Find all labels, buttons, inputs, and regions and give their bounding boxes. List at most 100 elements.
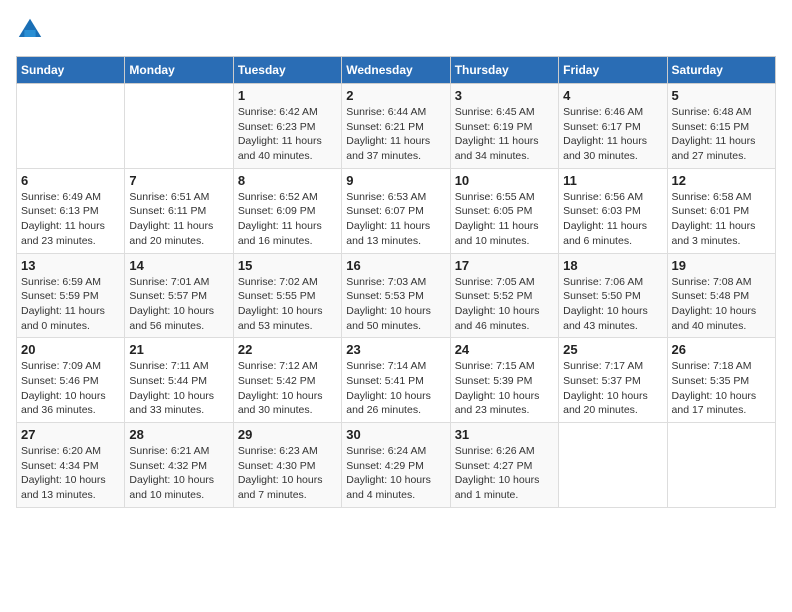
day-info: Sunrise: 6:59 AM Sunset: 5:59 PM Dayligh…: [21, 275, 120, 334]
day-number: 23: [346, 342, 445, 357]
weekday-header-saturday: Saturday: [667, 57, 775, 84]
day-number: 11: [563, 173, 662, 188]
day-info: Sunrise: 7:14 AM Sunset: 5:41 PM Dayligh…: [346, 359, 445, 418]
weekday-header-thursday: Thursday: [450, 57, 558, 84]
calendar-cell: 22 Sunrise: 7:12 AM Sunset: 5:42 PM Dayli…: [233, 338, 341, 423]
day-info: Sunrise: 7:09 AM Sunset: 5:46 PM Dayligh…: [21, 359, 120, 418]
day-info: Sunrise: 6:49 AM Sunset: 6:13 PM Dayligh…: [21, 190, 120, 249]
logo-icon: [16, 16, 44, 44]
day-number: 2: [346, 88, 445, 103]
day-number: 6: [21, 173, 120, 188]
calendar-cell: 28 Sunrise: 6:21 AM Sunset: 4:32 PM Dayli…: [125, 423, 233, 508]
day-info: Sunrise: 7:01 AM Sunset: 5:57 PM Dayligh…: [129, 275, 228, 334]
calendar-cell: [559, 423, 667, 508]
day-number: 17: [455, 258, 554, 273]
calendar-cell: 27 Sunrise: 6:20 AM Sunset: 4:34 PM Dayli…: [17, 423, 125, 508]
day-info: Sunrise: 7:03 AM Sunset: 5:53 PM Dayligh…: [346, 275, 445, 334]
day-info: Sunrise: 7:06 AM Sunset: 5:50 PM Dayligh…: [563, 275, 662, 334]
day-number: 31: [455, 427, 554, 442]
day-number: 13: [21, 258, 120, 273]
day-info: Sunrise: 7:05 AM Sunset: 5:52 PM Dayligh…: [455, 275, 554, 334]
calendar-week-1: 1 Sunrise: 6:42 AM Sunset: 6:23 PM Daylig…: [17, 84, 776, 169]
day-number: 5: [672, 88, 771, 103]
calendar-week-3: 13 Sunrise: 6:59 AM Sunset: 5:59 PM Dayli…: [17, 253, 776, 338]
day-number: 29: [238, 427, 337, 442]
calendar-cell: 23 Sunrise: 7:14 AM Sunset: 5:41 PM Dayli…: [342, 338, 450, 423]
day-info: Sunrise: 7:11 AM Sunset: 5:44 PM Dayligh…: [129, 359, 228, 418]
calendar-cell: 24 Sunrise: 7:15 AM Sunset: 5:39 PM Dayli…: [450, 338, 558, 423]
calendar-cell: [125, 84, 233, 169]
page-header: [16, 16, 776, 44]
calendar-cell: 10 Sunrise: 6:55 AM Sunset: 6:05 PM Dayli…: [450, 168, 558, 253]
calendar-cell: [667, 423, 775, 508]
day-number: 19: [672, 258, 771, 273]
calendar-cell: 3 Sunrise: 6:45 AM Sunset: 6:19 PM Daylig…: [450, 84, 558, 169]
day-info: Sunrise: 7:08 AM Sunset: 5:48 PM Dayligh…: [672, 275, 771, 334]
logo: [16, 16, 48, 44]
day-number: 21: [129, 342, 228, 357]
day-info: Sunrise: 6:20 AM Sunset: 4:34 PM Dayligh…: [21, 444, 120, 503]
day-info: Sunrise: 6:21 AM Sunset: 4:32 PM Dayligh…: [129, 444, 228, 503]
day-number: 1: [238, 88, 337, 103]
calendar-cell: 31 Sunrise: 6:26 AM Sunset: 4:27 PM Dayli…: [450, 423, 558, 508]
calendar-cell: 2 Sunrise: 6:44 AM Sunset: 6:21 PM Daylig…: [342, 84, 450, 169]
day-number: 25: [563, 342, 662, 357]
day-info: Sunrise: 6:51 AM Sunset: 6:11 PM Dayligh…: [129, 190, 228, 249]
day-info: Sunrise: 6:44 AM Sunset: 6:21 PM Dayligh…: [346, 105, 445, 164]
calendar-cell: 13 Sunrise: 6:59 AM Sunset: 5:59 PM Dayli…: [17, 253, 125, 338]
day-number: 27: [21, 427, 120, 442]
day-info: Sunrise: 6:48 AM Sunset: 6:15 PM Dayligh…: [672, 105, 771, 164]
day-info: Sunrise: 6:45 AM Sunset: 6:19 PM Dayligh…: [455, 105, 554, 164]
calendar-week-4: 20Sunrise: 7:09 AM Sunset: 5:46 PM Dayli…: [17, 338, 776, 423]
calendar-cell: 9 Sunrise: 6:53 AM Sunset: 6:07 PM Daylig…: [342, 168, 450, 253]
weekday-header-friday: Friday: [559, 57, 667, 84]
day-info: Sunrise: 6:23 AM Sunset: 4:30 PM Dayligh…: [238, 444, 337, 503]
calendar-cell: 19 Sunrise: 7:08 AM Sunset: 5:48 PM Dayli…: [667, 253, 775, 338]
calendar-week-5: 27 Sunrise: 6:20 AM Sunset: 4:34 PM Dayli…: [17, 423, 776, 508]
day-info: Sunrise: 7:17 AM Sunset: 5:37 PM Dayligh…: [563, 359, 662, 418]
day-info: Sunrise: 6:55 AM Sunset: 6:05 PM Dayligh…: [455, 190, 554, 249]
calendar-cell: [17, 84, 125, 169]
day-number: 14: [129, 258, 228, 273]
day-number: 22: [238, 342, 337, 357]
calendar-cell: 30Sunrise: 6:24 AM Sunset: 4:29 PM Dayli…: [342, 423, 450, 508]
day-number: 4: [563, 88, 662, 103]
calendar-table: SundayMondayTuesdayWednesdayThursdayFrid…: [16, 56, 776, 508]
calendar-week-2: 6 Sunrise: 6:49 AM Sunset: 6:13 PM Daylig…: [17, 168, 776, 253]
weekday-header-sunday: Sunday: [17, 57, 125, 84]
day-info: Sunrise: 7:12 AM Sunset: 5:42 PM Dayligh…: [238, 359, 337, 418]
day-number: 3: [455, 88, 554, 103]
calendar-cell: 15Sunrise: 7:02 AM Sunset: 5:55 PM Dayli…: [233, 253, 341, 338]
day-number: 24: [455, 342, 554, 357]
calendar-cell: 25 Sunrise: 7:17 AM Sunset: 5:37 PM Dayli…: [559, 338, 667, 423]
weekday-header-tuesday: Tuesday: [233, 57, 341, 84]
day-info: Sunrise: 6:42 AM Sunset: 6:23 PM Dayligh…: [238, 105, 337, 164]
day-number: 12: [672, 173, 771, 188]
day-number: 28: [129, 427, 228, 442]
calendar-cell: 14 Sunrise: 7:01 AM Sunset: 5:57 PM Dayli…: [125, 253, 233, 338]
day-number: 9: [346, 173, 445, 188]
calendar-cell: 6 Sunrise: 6:49 AM Sunset: 6:13 PM Daylig…: [17, 168, 125, 253]
day-number: 18: [563, 258, 662, 273]
calendar-cell: 8Sunrise: 6:52 AM Sunset: 6:09 PM Daylig…: [233, 168, 341, 253]
calendar-cell: 26Sunrise: 7:18 AM Sunset: 5:35 PM Dayli…: [667, 338, 775, 423]
day-info: Sunrise: 7:15 AM Sunset: 5:39 PM Dayligh…: [455, 359, 554, 418]
day-number: 8: [238, 173, 337, 188]
calendar-cell: 20Sunrise: 7:09 AM Sunset: 5:46 PM Dayli…: [17, 338, 125, 423]
calendar-cell: 11Sunrise: 6:56 AM Sunset: 6:03 PM Dayli…: [559, 168, 667, 253]
calendar-cell: 7Sunrise: 6:51 AM Sunset: 6:11 PM Daylig…: [125, 168, 233, 253]
calendar-cell: 17 Sunrise: 7:05 AM Sunset: 5:52 PM Dayli…: [450, 253, 558, 338]
calendar-cell: 18 Sunrise: 7:06 AM Sunset: 5:50 PM Dayli…: [559, 253, 667, 338]
day-info: Sunrise: 7:18 AM Sunset: 5:35 PM Dayligh…: [672, 359, 771, 418]
day-number: 16: [346, 258, 445, 273]
day-number: 10: [455, 173, 554, 188]
calendar-cell: 4Sunrise: 6:46 AM Sunset: 6:17 PM Daylig…: [559, 84, 667, 169]
day-number: 30: [346, 427, 445, 442]
day-info: Sunrise: 6:58 AM Sunset: 6:01 PM Dayligh…: [672, 190, 771, 249]
day-info: Sunrise: 7:02 AM Sunset: 5:55 PM Dayligh…: [238, 275, 337, 334]
calendar-cell: 16 Sunrise: 7:03 AM Sunset: 5:53 PM Dayli…: [342, 253, 450, 338]
weekday-header-wednesday: Wednesday: [342, 57, 450, 84]
day-info: Sunrise: 6:26 AM Sunset: 4:27 PM Dayligh…: [455, 444, 554, 503]
day-info: Sunrise: 6:53 AM Sunset: 6:07 PM Dayligh…: [346, 190, 445, 249]
calendar-cell: 29 Sunrise: 6:23 AM Sunset: 4:30 PM Dayli…: [233, 423, 341, 508]
